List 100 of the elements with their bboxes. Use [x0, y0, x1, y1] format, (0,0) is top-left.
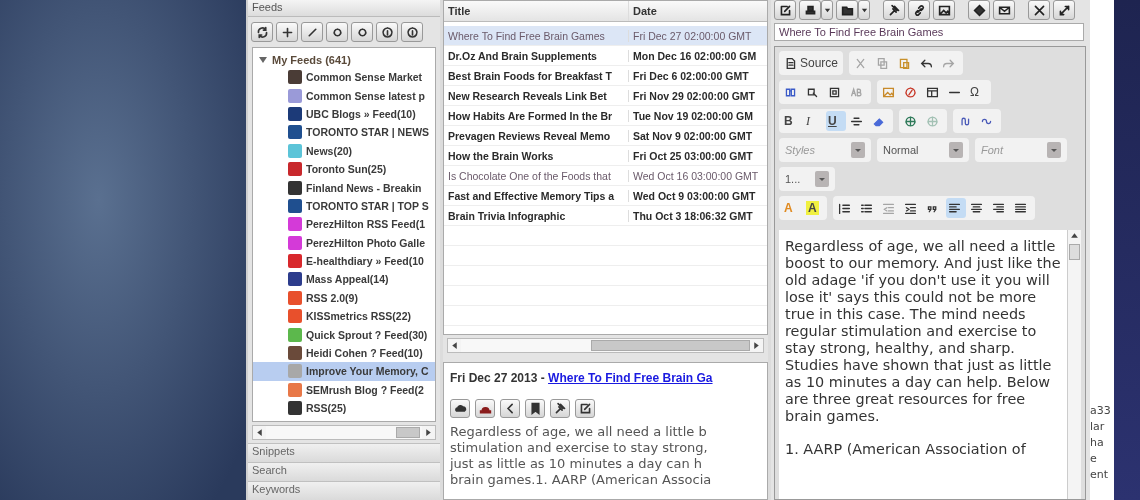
- feed-item[interactable]: Common Sense latest p: [253, 86, 435, 105]
- scroll-left-arrow-icon[interactable]: [255, 428, 264, 437]
- article-row[interactable]: How Habits Are Formed In the Br Tue Nov 19 02:00:00 GM: [444, 106, 767, 126]
- ring-button[interactable]: [326, 22, 348, 42]
- info-icon: [380, 25, 394, 39]
- ring-icon: [355, 25, 369, 39]
- cloud-button[interactable]: [450, 399, 470, 418]
- stamp-button[interactable]: [799, 0, 821, 20]
- background-text-fragment: a33: [1090, 404, 1112, 417]
- indent-icon: [904, 201, 917, 215]
- numbered-list-icon: [838, 201, 851, 215]
- scroll-up-arrow-icon[interactable]: [1070, 231, 1079, 240]
- folder-button[interactable]: [836, 0, 858, 20]
- feed-item[interactable]: RSS(25): [253, 399, 435, 418]
- article-text-line: brain games.1. AARP (American Associa: [450, 472, 713, 488]
- message-paragraph: 1. AARP (American Association of: [785, 441, 1027, 458]
- article-row[interactable]: Is Chocolate One of the Foods that Wed Oct 16 03:00:00 GMT: [444, 166, 767, 186]
- italic-button[interactable]: I: [804, 111, 824, 131]
- feed-item[interactable]: Common Sense Market: [253, 68, 435, 87]
- feed-item[interactable]: Quick Sprout ? Feed(30): [253, 325, 435, 344]
- bold-button[interactable]: B: [782, 111, 802, 131]
- accordion-section[interactable]: Snippets: [248, 443, 440, 462]
- article-date: Fri Dec 27 2013 -: [450, 371, 546, 385]
- flash-icon: [904, 85, 917, 99]
- chevron-left-button[interactable]: [500, 399, 520, 418]
- article-link[interactable]: Where To Find Free Brain Ga: [548, 371, 713, 385]
- article-row[interactable]: Where To Find Free Brain Games Fri Dec 27 02:00:00 GMT: [444, 26, 767, 46]
- select-all-icon: [828, 85, 841, 99]
- pencil-button[interactable]: [301, 22, 323, 42]
- paste-icon: [898, 56, 912, 70]
- feed-item[interactable]: PerezHilton Photo Galle: [253, 233, 435, 252]
- article-row[interactable]: New Research Reveals Link Bet Fri Nov 29 02:00:00 GMT: [444, 86, 767, 106]
- bookmark-button[interactable]: [525, 399, 545, 418]
- dropdown-button[interactable]: [821, 0, 833, 20]
- subject-field[interactable]: Where To Find Free Brain Games: [774, 23, 1084, 41]
- feed-item[interactable]: TORONTO STAR | NEWS: [253, 123, 435, 142]
- feed-item[interactable]: RSS 2.0(9): [253, 288, 435, 308]
- article-row[interactable]: Brain Trivia Infographic Thu Oct 3 18:06:32 GMT: [444, 206, 767, 226]
- align-left-button[interactable]: [946, 198, 966, 218]
- dropdown-button[interactable]: [858, 0, 870, 20]
- info-button[interactable]: [376, 22, 398, 42]
- highlight-button[interactable]: A: [804, 198, 824, 218]
- pin-icon: [887, 3, 901, 17]
- scroll-thumb[interactable]: [1069, 244, 1080, 260]
- feed-item[interactable]: News(20): [253, 141, 435, 160]
- plus-icon: [280, 25, 294, 39]
- expanded-triangle-icon[interactable]: [259, 55, 267, 64]
- image-button[interactable]: [933, 0, 955, 20]
- accordion-section[interactable]: Search: [248, 462, 440, 481]
- info-icon: [405, 25, 419, 39]
- ring-icon: [330, 25, 344, 39]
- scroll-thumb[interactable]: [591, 340, 750, 351]
- feed-item[interactable]: SEMrush Blog ? Feed(2: [253, 380, 435, 400]
- align-right-icon: [992, 201, 1005, 215]
- scroll-right-arrow-icon[interactable]: [752, 341, 761, 350]
- pin-button[interactable]: [550, 399, 570, 418]
- feed-folder-label[interactable]: My Feeds (641): [272, 53, 351, 66]
- feed-item[interactable]: Heidi Cohen ? Feed(10): [253, 343, 435, 363]
- message-paragraph: Regardless of age, we all need a little boost to our memory. And just like the old adage 'if you don't use it you will lose it' says this could not be more true in this case. The mind needs regular stimulation and exercise to stay strong, healthy, and sharp. Studies have shown that just as little as 10 minutes a day can help. Below are three great resources for free brain games.: [785, 238, 1061, 425]
- accordion-section[interactable]: Keywords: [248, 481, 440, 500]
- article-row[interactable]: Prevagen Reviews Reveal Memo Sat Nov 9 02:00:00 GMT: [444, 126, 767, 146]
- caret-icon: [823, 6, 831, 14]
- column-header[interactable]: Date: [629, 1, 767, 21]
- plus-button[interactable]: [276, 22, 298, 42]
- diamond-button[interactable]: [968, 0, 990, 20]
- hat-button[interactable]: [475, 399, 495, 418]
- feed-item[interactable]: PerezHilton RSS Feed(1: [253, 215, 435, 234]
- resize-button[interactable]: [1053, 0, 1075, 20]
- cross-button[interactable]: [1028, 0, 1050, 20]
- feed-item[interactable]: KISSmetrics RSS(22): [253, 307, 435, 326]
- refresh-button[interactable]: [251, 22, 273, 42]
- article-row[interactable]: Best Brain Foods for Breakfast T Fri Dec 6 02:00:00 GMT: [444, 66, 767, 86]
- pencil-square-button[interactable]: [774, 0, 796, 20]
- info-button[interactable]: [401, 22, 423, 42]
- feed-item[interactable]: E-healthdiary » Feed(10: [253, 251, 435, 271]
- article-row[interactable]: How the Brain Works Fri Oct 25 03:00:00 GMT: [444, 146, 767, 166]
- omega-button[interactable]: Ω: [968, 82, 988, 102]
- resize-icon: [1057, 3, 1071, 17]
- feed-item[interactable]: Finland News - Breakin: [253, 178, 435, 197]
- copy-icon: [876, 56, 890, 70]
- feed-item[interactable]: TORONTO STAR | TOP S: [253, 196, 435, 216]
- column-header[interactable]: Title: [444, 1, 629, 21]
- article-row[interactable]: Fast and Effective Memory Tips a Wed Oct 9 03:00:00 GMT: [444, 186, 767, 206]
- underline-button[interactable]: U: [826, 111, 846, 131]
- feed-item[interactable]: Improve Your Memory, C: [253, 362, 435, 381]
- horizontal-scrollbar[interactable]: [447, 338, 764, 353]
- feed-item[interactable]: Toronto Sun(25): [253, 159, 435, 179]
- article-row[interactable]: Dr.Oz And Brain Supplements Mon Dec 16 02:00:00 GM: [444, 46, 767, 66]
- scroll-thumb[interactable]: [396, 427, 420, 438]
- ring-button[interactable]: [351, 22, 373, 42]
- scroll-left-arrow-icon[interactable]: [450, 341, 459, 350]
- feed-item[interactable]: Mass Appeal(14): [253, 270, 435, 289]
- vertical-scrollbar[interactable]: [1067, 230, 1081, 499]
- pin-button[interactable]: [883, 0, 905, 20]
- horizontal-scrollbar[interactable]: [252, 425, 436, 440]
- scroll-right-arrow-icon[interactable]: [424, 428, 433, 437]
- envelope-button[interactable]: [993, 0, 1015, 20]
- pencil-square-button[interactable]: [575, 399, 595, 418]
- feed-item[interactable]: UBC Blogs » Feed(10): [253, 104, 435, 124]
- link-button[interactable]: [908, 0, 930, 20]
